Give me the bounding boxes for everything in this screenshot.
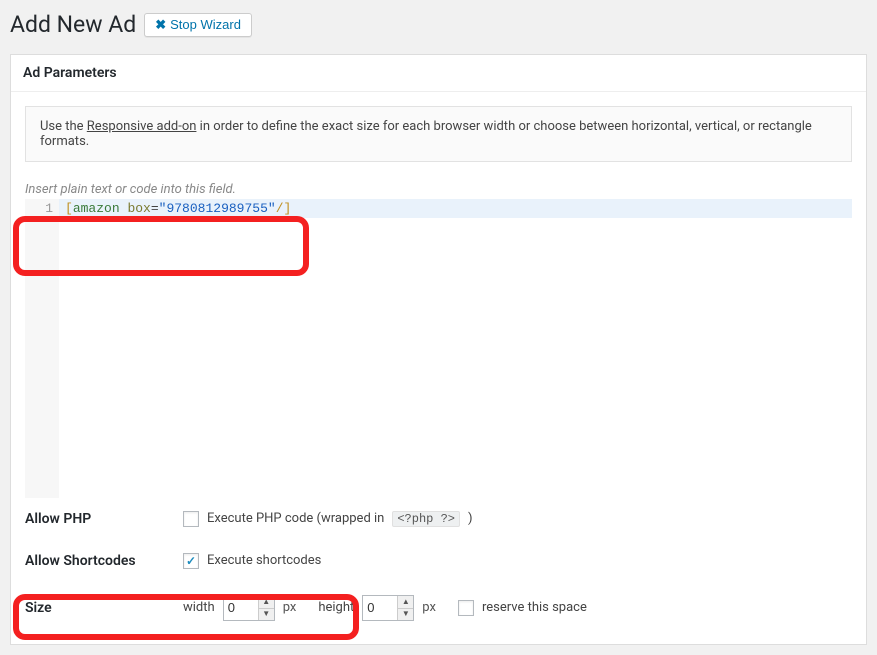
allow-php-checkbox[interactable] — [183, 511, 199, 527]
panel-title: Ad Parameters — [11, 55, 866, 92]
notice-prefix: Use the — [40, 119, 87, 134]
editor-hint: Insert plain text or code into this fiel… — [11, 176, 866, 199]
code-gutter: 1 — [25, 199, 59, 498]
height-step-down[interactable]: ▼ — [398, 608, 413, 620]
width-spinner: ▲ ▼ — [258, 596, 274, 620]
stop-wizard-label: Stop Wizard — [170, 17, 241, 32]
panel-body: Use the Responsive add-on in order to de… — [11, 106, 866, 644]
allow-shortcodes-row: Allow Shortcodes Execute shortcodes — [25, 540, 852, 582]
close-icon: ✖ — [155, 17, 166, 33]
width-step-down[interactable]: ▼ — [259, 608, 274, 620]
page-header: Add New Ad ✖ Stop Wizard — [10, 10, 867, 40]
responsive-addon-link[interactable]: Responsive add-on — [87, 119, 197, 134]
width-unit: px — [283, 600, 297, 615]
width-input[interactable] — [224, 596, 258, 620]
reserve-space-checkbox[interactable] — [458, 600, 474, 616]
ad-parameters-panel: Ad Parameters Use the Responsive add-on … — [10, 54, 867, 645]
width-input-wrap: ▲ ▼ — [223, 595, 275, 621]
height-label: height — [318, 600, 354, 615]
allow-shortcodes-text: Execute shortcodes — [207, 553, 321, 568]
height-spinner: ▲ ▼ — [397, 596, 413, 620]
code-line-1[interactable]: [amazon box="9780812989755"/] — [59, 199, 852, 218]
height-input[interactable] — [363, 596, 397, 620]
allow-shortcodes-checkbox[interactable] — [183, 553, 199, 569]
line-number: 1 — [27, 201, 53, 216]
height-input-wrap: ▲ ▼ — [362, 595, 414, 621]
code-empty-area[interactable] — [59, 218, 852, 476]
responsive-addon-notice: Use the Responsive add-on in order to de… — [25, 106, 852, 162]
allow-php-text-before: Execute PHP code (wrapped in — [207, 511, 384, 526]
stop-wizard-button[interactable]: ✖ Stop Wizard — [144, 13, 252, 37]
code-editor[interactable]: 1 [amazon box="9780812989755"/] — [25, 199, 852, 498]
allow-php-label: Allow PHP — [25, 511, 183, 527]
reserve-space-label: reserve this space — [482, 600, 587, 615]
height-step-up[interactable]: ▲ — [398, 596, 413, 608]
size-row: Size width ▲ ▼ px height — [25, 582, 852, 634]
allow-php-text-after: ) — [468, 511, 473, 526]
code-area[interactable]: [amazon box="9780812989755"/] — [59, 199, 852, 498]
height-unit: px — [422, 600, 436, 615]
form-rows: Allow PHP Execute PHP code (wrapped in <… — [11, 498, 866, 644]
page-title: Add New Ad — [10, 10, 136, 40]
allow-shortcodes-label: Allow Shortcodes — [25, 553, 183, 569]
allow-php-row: Allow PHP Execute PHP code (wrapped in <… — [25, 498, 852, 540]
width-label: width — [183, 600, 215, 615]
php-tag-chip: <?php ?> — [392, 511, 460, 527]
size-label: Size — [25, 600, 183, 616]
width-step-up[interactable]: ▲ — [259, 596, 274, 608]
